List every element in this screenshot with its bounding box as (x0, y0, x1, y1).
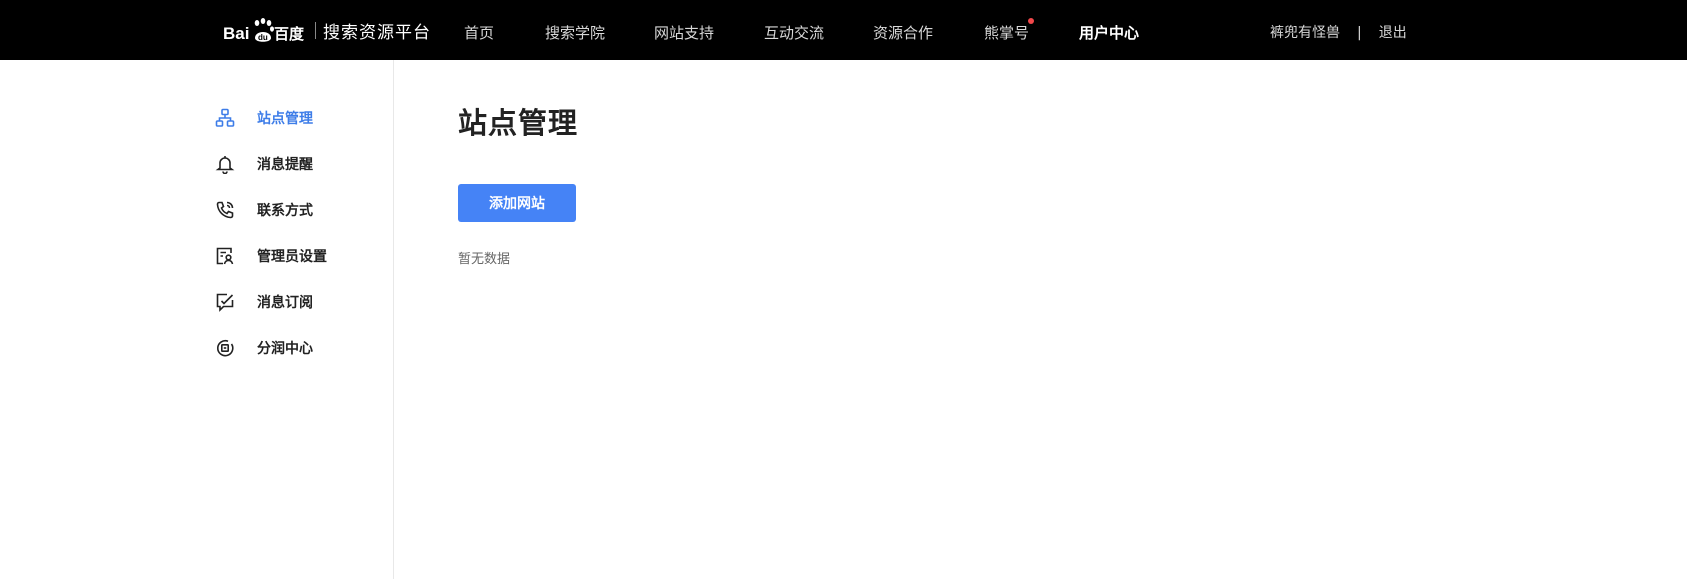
sidebar-item-notifications[interactable]: 消息提醒 (214, 149, 313, 179)
site-management-icon (214, 107, 236, 129)
sidebar-item-message-subscription[interactable]: 消息订阅 (214, 287, 313, 317)
sidebar-item-label: 联系方式 (257, 203, 313, 219)
empty-state-text: 暂无数据 (458, 252, 511, 267)
user-area: 裤兜有怪兽 | 退出 (1270, 0, 1407, 60)
logout-link[interactable]: 退出 (1379, 0, 1407, 60)
sidebar-item-label: 管理员设置 (257, 249, 327, 265)
nav-resource-cooperation[interactable]: 资源合作 (873, 0, 933, 60)
user-separator: | (1357, 25, 1362, 41)
logo-divider (315, 21, 316, 39)
top-nav-bar: Bai du 百度 搜索资源平台 首页 搜索学院 网站支持 互动交流 资源合作 … (0, 0, 1687, 60)
nav-home[interactable]: 首页 (464, 0, 494, 60)
bell-icon (214, 153, 236, 175)
phone-icon (214, 199, 236, 221)
sidebar: 站点管理 消息提醒 联系方式 管理员设置 消息订阅 分润中心 (0, 60, 394, 579)
nav-site-support[interactable]: 网站支持 (654, 0, 714, 60)
nav-xiongzhang[interactable]: 熊掌号 (984, 0, 1029, 60)
baidu-logo[interactable]: Bai du 百度 搜索资源平台 (223, 14, 431, 46)
sidebar-item-label: 消息提醒 (257, 157, 313, 173)
nav-search-academy[interactable]: 搜索学院 (545, 0, 605, 60)
revenue-share-icon (214, 337, 236, 359)
message-subscribe-icon (214, 291, 236, 313)
sidebar-item-admin-settings[interactable]: 管理员设置 (214, 241, 327, 271)
sidebar-item-contact[interactable]: 联系方式 (214, 195, 313, 225)
svg-text:Bai: Bai (223, 24, 249, 43)
sidebar-item-label: 站点管理 (257, 111, 313, 127)
page-title: 站点管理 (458, 106, 579, 140)
add-website-button[interactable]: 添加网站 (458, 184, 576, 222)
nav-user-center[interactable]: 用户中心 (1079, 0, 1139, 60)
username[interactable]: 裤兜有怪兽 (1270, 0, 1340, 60)
svg-text:百度: 百度 (274, 25, 305, 43)
sidebar-item-revenue-share[interactable]: 分润中心 (214, 333, 313, 363)
baidu-logo-icon: Bai du 百度 (223, 18, 305, 43)
sidebar-item-site-management[interactable]: 站点管理 (214, 103, 313, 133)
svg-text:du: du (258, 33, 268, 42)
sidebar-item-label: 分润中心 (257, 341, 313, 357)
notification-dot (1028, 18, 1034, 24)
platform-title: 搜索资源平台 (323, 22, 431, 43)
admin-settings-icon (214, 245, 236, 267)
sidebar-item-label: 消息订阅 (257, 295, 313, 311)
nav-interaction[interactable]: 互动交流 (764, 0, 824, 60)
